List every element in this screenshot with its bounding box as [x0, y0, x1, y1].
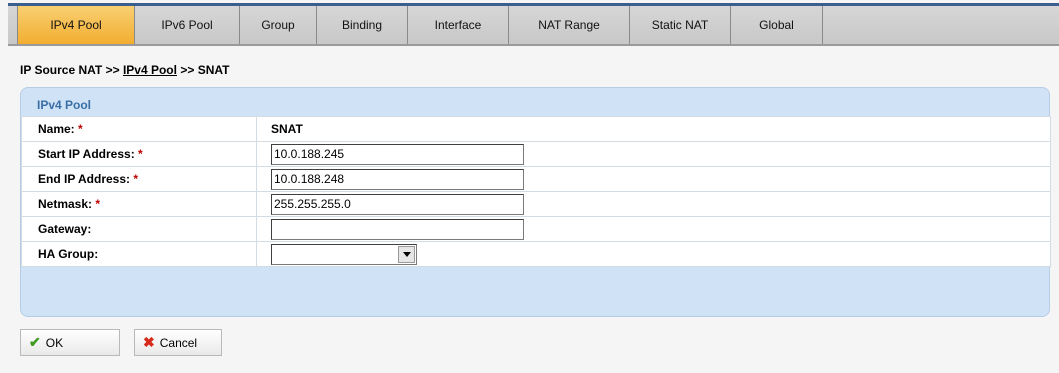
form-table: Name: * SNAT Start IP Address: * End IP …: [21, 116, 1051, 267]
field-label: Netmask: *: [21, 191, 257, 217]
field-label: Gateway:: [21, 216, 257, 242]
gateway-label: Gateway:: [38, 222, 92, 236]
gateway-input[interactable]: [271, 218, 524, 240]
ipv4-pool-panel: IPv4 Pool Name: * SNAT Start IP Address:…: [20, 87, 1051, 317]
field-label: End IP Address: *: [21, 166, 257, 192]
form-row-name: Name: * SNAT: [21, 116, 1051, 142]
end-ip-label: End IP Address:: [38, 172, 131, 186]
netmask-label: Netmask:: [38, 197, 93, 211]
required-marker: *: [133, 172, 139, 186]
form-row-ha-group: HA Group:: [21, 241, 1051, 267]
field-label: HA Group:: [21, 241, 257, 267]
field-value-cell: [256, 241, 1051, 267]
tab-ipv4-pool[interactable]: IPv4 Pool: [18, 6, 135, 44]
breadcrumb-current: SNAT: [197, 63, 230, 77]
breadcrumb-separator: >>: [105, 63, 120, 77]
field-value-cell: [256, 216, 1051, 242]
tab-static-nat[interactable]: Static NAT: [630, 6, 731, 44]
breadcrumb-root: IP Source NAT: [20, 63, 103, 77]
field-value-cell: [256, 191, 1051, 217]
ha-group-label: HA Group:: [38, 247, 99, 261]
netmask-input[interactable]: [271, 193, 524, 215]
tab-group[interactable]: Group: [240, 6, 317, 44]
x-icon: ✖: [143, 334, 155, 350]
tab-bar: IPv4 Pool IPv6 Pool Group Binding Interf…: [8, 6, 1059, 46]
tab-ipv6-pool[interactable]: IPv6 Pool: [135, 6, 240, 44]
tab-binding[interactable]: Binding: [317, 6, 408, 44]
name-label: Name:: [38, 122, 75, 136]
tab-nat-range[interactable]: NAT Range: [509, 6, 630, 44]
cancel-button[interactable]: ✖ Cancel: [134, 329, 222, 356]
dropdown-arrow-icon[interactable]: [398, 245, 415, 263]
breadcrumb: IP Source NAT >> IPv4 Pool >> SNAT: [20, 63, 229, 77]
field-label: Name: *: [21, 116, 257, 142]
field-value-cell: [256, 166, 1051, 192]
field-value-cell: SNAT: [256, 116, 1051, 142]
field-label: Start IP Address: *: [21, 141, 257, 167]
start-ip-label: Start IP Address:: [38, 147, 135, 161]
end-ip-input[interactable]: [271, 168, 524, 190]
tab-global[interactable]: Global: [731, 6, 823, 44]
tab-bar-spacer: [8, 6, 18, 44]
form-row-start-ip: Start IP Address: *: [21, 141, 1051, 167]
required-marker: *: [138, 147, 143, 161]
check-icon: ✔: [29, 334, 41, 350]
start-ip-input[interactable]: [271, 143, 524, 165]
name-value: SNAT: [271, 122, 303, 136]
ha-group-select[interactable]: [271, 243, 417, 265]
form-row-gateway: Gateway:: [21, 216, 1051, 242]
cancel-button-label: Cancel: [159, 335, 198, 350]
tab-interface[interactable]: Interface: [408, 6, 509, 44]
breadcrumb-link-ipv4-pool[interactable]: IPv4 Pool: [123, 63, 177, 77]
breadcrumb-separator: >>: [180, 63, 195, 77]
required-marker: *: [78, 122, 83, 136]
field-value-cell: [256, 141, 1051, 167]
ok-button-label: OK: [45, 335, 64, 350]
form-row-netmask: Netmask: *: [21, 191, 1051, 217]
panel-title: IPv4 Pool: [37, 98, 92, 112]
ok-button[interactable]: ✔ OK: [20, 329, 120, 356]
required-marker: *: [95, 197, 101, 211]
form-row-end-ip: End IP Address: *: [21, 166, 1051, 192]
